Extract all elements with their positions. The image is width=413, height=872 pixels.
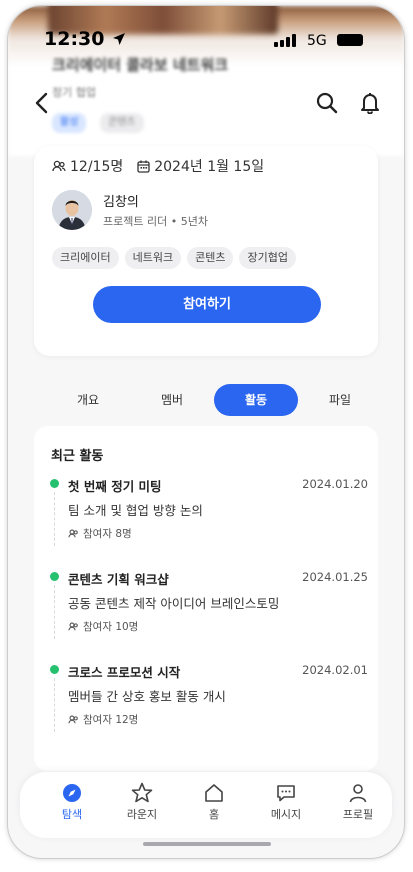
participant-count-label: 참여자 8명 bbox=[83, 528, 132, 540]
people-icon bbox=[52, 160, 66, 172]
activity-title: 첫 번째 정기 미팅 bbox=[68, 479, 162, 494]
hero-subtitle: 정기 협업 bbox=[52, 86, 96, 99]
tag-list: 크리에이터 네트워크 콘텐츠 장기협업 bbox=[52, 247, 296, 269]
search-icon[interactable] bbox=[316, 92, 338, 114]
back-button[interactable] bbox=[34, 92, 50, 114]
tag-chip[interactable]: 장기협업 bbox=[239, 247, 296, 269]
home-icon bbox=[205, 784, 223, 802]
activity-date: 2024.01.25 bbox=[302, 570, 368, 584]
status-bar: 12:30 5G bbox=[8, 6, 404, 50]
tab-bar: 개요 멤버 활동 파일 bbox=[38, 384, 378, 416]
timeline-line bbox=[54, 678, 55, 732]
participant-count: 참여자 10명 bbox=[68, 619, 138, 634]
activity-desc: 팀 소개 및 협업 방향 논의 bbox=[68, 503, 203, 518]
people-icon bbox=[68, 622, 78, 631]
nav-home[interactable]: 홈 bbox=[184, 780, 244, 822]
participant-count: 참여자 8명 bbox=[68, 526, 132, 541]
network-type: 5G bbox=[307, 33, 327, 49]
hero-chip-status: 활성 bbox=[52, 113, 87, 133]
activity-title: 콘텐츠 기획 워크샵 bbox=[68, 572, 169, 587]
activity-title: 크로스 프로모션 시작 bbox=[68, 665, 181, 680]
status-time: 12:30 bbox=[44, 28, 105, 50]
people-icon bbox=[68, 529, 78, 538]
timeline-line bbox=[54, 585, 55, 639]
tag-chip[interactable]: 크리에이터 bbox=[52, 247, 119, 269]
participant-count: 참여자 12명 bbox=[68, 712, 138, 727]
activity-desc: 멤버들 간 상호 홍보 활동 개시 bbox=[68, 689, 226, 704]
people-icon bbox=[68, 715, 78, 724]
status-dot bbox=[50, 479, 59, 488]
home-indicator bbox=[143, 842, 271, 846]
meta-row: 12/15명 2024년 1월 15일 bbox=[52, 156, 278, 176]
timeline-line bbox=[54, 492, 55, 546]
user-icon bbox=[349, 784, 367, 803]
signal-icon bbox=[274, 34, 296, 47]
tab-overview[interactable]: 개요 bbox=[46, 384, 130, 416]
nav-label: 탐색 bbox=[61, 808, 83, 821]
avatar bbox=[52, 190, 92, 230]
tab-activity[interactable]: 활동 bbox=[214, 384, 298, 416]
leader-profile[interactable]: 김창의 프로젝트 리더 • 5년차 bbox=[52, 190, 208, 230]
nav-label: 프로필 bbox=[342, 808, 374, 821]
summary-card: 12/15명 2024년 1월 15일 김창의 프로젝트 리더 • 5년차 크리… bbox=[34, 146, 378, 356]
nav-profile[interactable]: 프로필 bbox=[328, 780, 388, 822]
activity-heading: 최근 활동 bbox=[51, 449, 104, 464]
activity-date: 2024.01.20 bbox=[302, 477, 368, 491]
tab-files[interactable]: 파일 bbox=[298, 384, 382, 416]
leader-info: 김창의 프로젝트 리더 • 5년차 bbox=[103, 191, 208, 229]
start-date-label: 2024년 1월 15일 bbox=[154, 159, 265, 175]
activity-date: 2024.02.01 bbox=[302, 663, 368, 677]
location-arrow-icon bbox=[113, 33, 125, 45]
nav-label: 홈 bbox=[208, 808, 220, 821]
tab-members[interactable]: 멤버 bbox=[130, 384, 214, 416]
nav-lounge[interactable]: 라운지 bbox=[112, 780, 172, 822]
status-dot bbox=[50, 572, 59, 581]
battery-icon bbox=[337, 34, 363, 46]
star-icon bbox=[131, 782, 153, 803]
nav-messages[interactable]: 메시지 bbox=[256, 780, 316, 822]
leader-name: 김창의 bbox=[103, 195, 139, 210]
tag-chip[interactable]: 네트워크 bbox=[124, 247, 182, 269]
phone-frame: 크리에이터 콜라보 네트워크 정기 협업 활성 콘텐츠 12:30 5G 12/… bbox=[8, 6, 404, 858]
message-icon bbox=[277, 785, 295, 802]
nav-label: 메시지 bbox=[270, 808, 302, 821]
participant-count-label: 참여자 12명 bbox=[83, 714, 139, 726]
member-count: 12/15명 bbox=[52, 156, 123, 176]
tag-chip[interactable]: 콘텐츠 bbox=[187, 247, 234, 269]
start-date: 2024년 1월 15일 bbox=[137, 156, 264, 176]
leader-role: 프로젝트 리더 • 5년차 bbox=[103, 215, 208, 228]
activity-desc: 공동 콘텐츠 제작 아이디어 브레인스토밍 bbox=[68, 596, 280, 611]
participant-count-label: 참여자 10명 bbox=[83, 621, 139, 633]
activity-card: 최근 활동 첫 번째 정기 미팅 2024.01.20 팀 소개 및 협업 방향… bbox=[34, 426, 378, 771]
nav-label: 라운지 bbox=[126, 808, 158, 821]
join-button[interactable]: 참여하기 bbox=[93, 286, 321, 323]
hero-title: 크리에이터 콜라보 네트워크 bbox=[52, 56, 229, 74]
hero-chip-category: 콘텐츠 bbox=[100, 113, 144, 133]
member-count-label: 12/15명 bbox=[70, 159, 124, 175]
status-dot bbox=[50, 665, 59, 674]
nav-explore[interactable]: 탐색 bbox=[42, 780, 102, 822]
calendar-icon bbox=[137, 160, 150, 173]
bell-icon[interactable] bbox=[360, 92, 380, 114]
compass-icon bbox=[63, 784, 81, 802]
bottom-nav: 탐색 라운지 홈 메시지 프로필 bbox=[20, 772, 392, 838]
